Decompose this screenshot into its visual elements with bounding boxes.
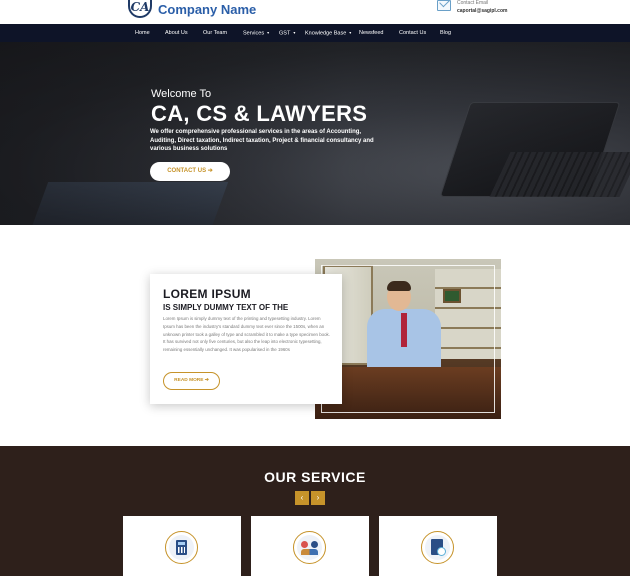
page: CA Company Name Contact Email caportal@s… [0,0,630,576]
read-more-button[interactable]: READ MORE ➔ [163,372,220,390]
company-logo[interactable]: CA [128,0,152,18]
nav-item-about-us[interactable]: About Us [165,24,188,42]
calculator-shape [176,540,187,555]
chevron-down-icon: ▾ [267,30,270,35]
services-next-button[interactable]: › [311,491,325,505]
nav-item-newsfeed[interactable]: Newsfeed [359,24,383,42]
about-card: LOREM IPSUM IS SIMPLY DUMMY TEXT OF THE … [150,274,342,404]
photo-border [321,265,495,413]
services-title: OUR SERVICE [264,469,366,485]
logo-text: CA [130,0,150,14]
service-icon-ring [293,531,326,564]
people-shape [301,541,318,555]
chevron-down-icon: ▾ [349,30,352,35]
nav-item-blog[interactable]: Blog [440,24,451,42]
contact-us-button[interactable]: CONTACT US ➔ [150,162,230,181]
nav-item-gst-label: GST [279,30,291,37]
hero-welcome-text: Welcome To [151,88,212,100]
nav-item-services[interactable]: Services ▾ [243,24,269,42]
service-icon-ring [421,531,454,564]
about-card-body: Lorem Ipsum is simply dummy text of the … [163,316,330,353]
nav-item-our-team[interactable]: Our Team [203,24,227,42]
service-card[interactable] [379,516,497,576]
hero-description: We offer comprehensive professional serv… [150,129,374,152]
nav-item-services-label: Services [243,30,265,37]
office-photo [315,259,501,419]
company-name[interactable]: Company Name [158,2,256,17]
service-icon-ring [165,531,198,564]
services-prev-button[interactable]: ‹ [295,491,309,505]
contact-email-link[interactable]: caportal@sagipl.com [457,8,507,14]
about-card-title: LOREM IPSUM [163,287,251,301]
nav-item-gst[interactable]: GST ▾ [279,24,295,42]
nav-item-contact-us[interactable]: Contact Us [399,24,426,42]
meeting-icon [297,535,322,560]
service-card[interactable] [123,516,241,576]
nav-item-home[interactable]: Home [135,24,150,42]
about-card-subtitle: IS SIMPLY DUMMY TEXT OF THE [163,303,289,312]
mail-icon [437,0,451,11]
nav-item-knowledge-base[interactable]: Knowledge Base ▾ [305,24,351,42]
chevron-down-icon: ▾ [293,30,296,35]
nav-item-knowledge-base-label: Knowledge Base [305,30,347,37]
main-nav: Home About Us Our Team Services ▾ GST ▾ Kn… [0,24,630,42]
calculator-icon [169,535,194,560]
contact-email-label: Contact Email [457,0,489,6]
document-search-icon [425,535,450,560]
services-section: OUR SERVICE ‹ › [0,446,630,576]
document-shape [431,539,446,556]
site-header: CA Company Name Contact Email caportal@s… [0,0,630,24]
service-card[interactable] [251,516,369,576]
hero-title: CA, CS & LAWYERS [151,101,368,126]
